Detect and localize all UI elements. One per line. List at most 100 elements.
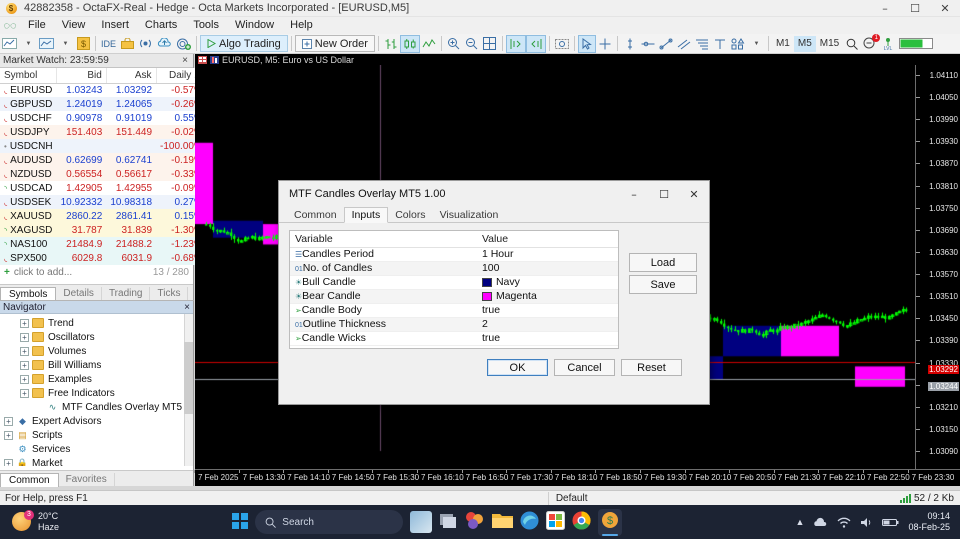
tree-item[interactable]: + ▤ Scripts — [0, 428, 193, 442]
cursor-icon[interactable] — [577, 34, 596, 53]
templates-icon[interactable] — [37, 35, 56, 53]
taskbar-search[interactable]: Search — [255, 510, 404, 534]
input-row[interactable]: ☀Bull Candle Navy — [290, 275, 618, 290]
taskbar-clock-time[interactable]: 09:14 — [908, 511, 950, 522]
grid-icon[interactable] — [481, 35, 499, 53]
zoom-in-icon[interactable] — [445, 35, 463, 53]
status-profile[interactable]: Default — [549, 493, 588, 504]
minimize-button[interactable]: – — [870, 0, 900, 17]
load-button[interactable]: Load — [629, 253, 697, 272]
cell-value[interactable]: Magenta — [476, 289, 618, 304]
cell-value[interactable]: true — [476, 303, 618, 318]
dialog-close-button[interactable]: ✕ — [679, 183, 709, 205]
scrollbar-thumb[interactable] — [184, 342, 193, 414]
toolbox-icon[interactable] — [118, 35, 136, 53]
tree-item[interactable]: + Trend — [0, 316, 193, 330]
input-row[interactable]: 01Outline Thickness 2 — [290, 317, 618, 332]
menu-item-help[interactable]: Help — [282, 17, 321, 34]
close-button[interactable]: ✕ — [930, 0, 960, 17]
expander-icon[interactable]: + — [4, 430, 13, 440]
weather-widget[interactable]: 3 20°C Haze — [0, 510, 59, 533]
table-row[interactable]: ◟ EURUSD 1.03243 1.03292 -0.57% — [0, 83, 207, 97]
click-to-add-row[interactable]: + click to add... 13 / 280 — [0, 265, 193, 280]
col-bid[interactable]: Bid — [56, 68, 107, 84]
chrome-icon[interactable] — [572, 511, 591, 533]
wifi-icon[interactable] — [837, 517, 851, 528]
close-icon[interactable]: × — [180, 55, 190, 66]
candlestick-chart-icon[interactable] — [399, 34, 420, 53]
search-icon[interactable] — [843, 35, 861, 53]
input-row[interactable]: 01No. of Candles 100 — [290, 261, 618, 276]
expander-icon[interactable]: + — [20, 318, 29, 328]
table-row[interactable]: ◝ XAGUSD 31.787 31.839 -1.30% — [0, 223, 207, 237]
market-add-icon[interactable] — [174, 35, 193, 53]
start-button[interactable] — [232, 512, 249, 532]
tab-colors[interactable]: Colors — [388, 208, 432, 222]
text-icon[interactable] — [711, 35, 729, 53]
office-icon[interactable] — [465, 511, 485, 534]
level-indicator-icon[interactable]: LVL — [879, 35, 897, 53]
metatrader-taskbar-icon[interactable]: $ — [598, 508, 623, 536]
tree-item[interactable]: ∿ MTF Candles Overlay MT5 — [0, 400, 193, 414]
tab-trading[interactable]: Trading — [102, 287, 151, 300]
tree-item[interactable]: + Volumes — [0, 344, 193, 358]
tree-item[interactable]: + ◆ Expert Advisors — [0, 414, 193, 428]
table-row[interactable]: ◟ USDJPY 151.403 151.449 -0.02% — [0, 125, 207, 139]
edge-icon[interactable] — [520, 511, 539, 533]
show-hidden-icons[interactable]: ▲ — [796, 517, 805, 527]
timeframe-m1-button[interactable]: M1 — [772, 36, 794, 52]
col-symbol[interactable]: Symbol — [0, 68, 58, 84]
col-ask[interactable]: Ask — [106, 68, 157, 84]
signals-icon[interactable] — [136, 35, 155, 53]
indicator-properties-dialog[interactable]: MTF Candles Overlay MT5 1.00 – ☐ ✕ Commo… — [278, 180, 710, 405]
task-view-icon[interactable] — [439, 511, 458, 533]
input-row[interactable]: ☀Bear Candle Magenta — [290, 289, 618, 304]
price-axis[interactable]: 1.04110 1.04050 1.03990 1.03930 1.03870 1.038… — [915, 65, 960, 469]
expander-icon[interactable]: + — [4, 458, 13, 466]
tree-item[interactable]: ⚙ Services — [0, 442, 193, 456]
inputs-grid[interactable]: Variable Value ☰Candles Period 1 Hour 01No… — [289, 230, 619, 349]
bar-chart-icon[interactable] — [382, 35, 400, 53]
shapes-icon[interactable] — [729, 35, 747, 53]
tab-common[interactable]: Common — [0, 473, 59, 487]
input-row[interactable]: ➢Candle Wicks true — [290, 331, 618, 346]
new-chart-icon[interactable] — [0, 35, 19, 53]
navigator-scrollbar[interactable] — [184, 314, 193, 466]
cell-value[interactable]: Navy — [476, 275, 618, 290]
tree-item[interactable]: + Bill Williams — [0, 358, 193, 372]
trendline-icon[interactable] — [657, 35, 675, 53]
dialog-maximize-button[interactable]: ☐ — [649, 183, 679, 205]
table-row[interactable]: ◟ USDCHF 0.90978 0.91019 0.55% — [0, 111, 207, 125]
tab-symbols[interactable]: Symbols — [0, 287, 57, 301]
tab-favorites[interactable]: Favorites — [59, 473, 115, 486]
tab-details[interactable]: Details — [56, 287, 102, 300]
volume-icon[interactable] — [860, 517, 873, 528]
close-icon[interactable]: × — [184, 302, 190, 313]
table-row[interactable]: ◟ NZDUSD 0.56554 0.56617 -0.33% — [0, 167, 207, 181]
expander-icon[interactable]: + — [20, 360, 29, 370]
table-row[interactable]: ◝ USDCAD 1.42905 1.42955 -0.09% — [0, 181, 207, 195]
cell-value[interactable]: 1 Hour — [476, 247, 618, 262]
dollar-icon[interactable]: $ — [74, 35, 92, 53]
ok-button[interactable]: OK — [487, 359, 548, 376]
tab-inputs[interactable]: Inputs — [343, 207, 389, 223]
templates-dropdown-icon[interactable]: ▼ — [56, 35, 74, 53]
tree-item[interactable]: + Free Indicators — [0, 386, 193, 400]
cell-value[interactable]: true — [476, 331, 618, 346]
table-row[interactable]: • USDCNH -100.00% — [0, 139, 207, 153]
vps-cloud-icon[interactable] — [155, 35, 174, 53]
shapes-dropdown-icon[interactable]: ▼ — [747, 35, 765, 53]
input-row[interactable]: ➢Candle Body true — [290, 303, 618, 318]
menu-item-charts[interactable]: Charts — [137, 17, 185, 34]
timeframe-m15-button[interactable]: M15 — [816, 36, 843, 52]
expander-icon[interactable]: + — [20, 388, 29, 398]
tree-item[interactable]: + Examples — [0, 372, 193, 386]
copilot-icon[interactable] — [410, 511, 433, 533]
cancel-button[interactable]: Cancel — [554, 359, 615, 376]
expander-icon[interactable]: + — [20, 374, 29, 384]
metaeditor-icon[interactable]: IDE — [99, 35, 118, 53]
vertical-line-icon[interactable] — [621, 35, 639, 53]
cell-value[interactable]: 100 — [476, 261, 618, 276]
algo-trading-button[interactable]: Algo Trading — [200, 35, 288, 52]
file-explorer-icon[interactable] — [492, 512, 514, 533]
